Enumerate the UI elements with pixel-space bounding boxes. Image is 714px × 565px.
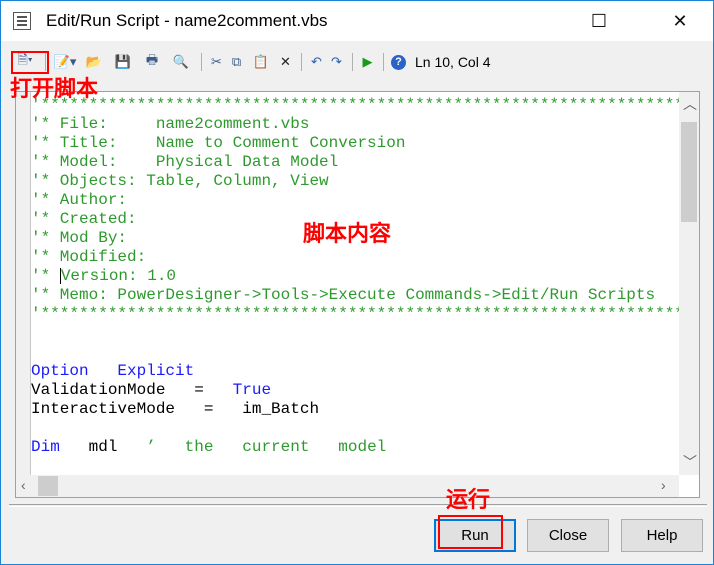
scroll-left-icon[interactable]: ‹ <box>21 477 26 493</box>
script-editor[interactable]: '***************************************… <box>15 91 700 498</box>
run-highlight <box>438 515 503 549</box>
close-window-button[interactable]: ✕ <box>657 1 703 41</box>
toolbar-separator <box>352 53 353 71</box>
code-line: Option Explicit <box>31 362 679 381</box>
window-title: Edit/Run Script - name2comment.vbs <box>46 11 328 30</box>
help-button[interactable]: ? <box>389 52 408 72</box>
paste-icon: 📋 <box>252 54 270 69</box>
paste-button[interactable]: 📋 <box>247 52 275 72</box>
code-token-plain: mdl <box>59 438 147 456</box>
annotation-open-script: 打开脚本 <box>10 76 99 101</box>
code-area[interactable]: '***************************************… <box>31 96 679 476</box>
code-token-keyword: Dim <box>31 438 60 456</box>
title-bar: Edit/Run Script - name2comment.vbs ☐ ✕ <box>1 1 713 41</box>
code-line: '* Version: 1.0 <box>31 267 679 286</box>
help-button[interactable]: Help <box>621 519 703 552</box>
close-button[interactable]: Close <box>527 519 609 552</box>
new-script-icon: 📝▾ <box>53 54 77 69</box>
vertical-scrollbar[interactable]: ︿ ﹀ <box>679 92 699 475</box>
code-line: '***************************************… <box>31 96 679 115</box>
cursor-position-status: Ln 10, Col 4 <box>415 54 491 70</box>
undo-icon: ↶ <box>311 54 322 69</box>
save-icon: 💾 <box>114 54 132 69</box>
annotation-run: 运行 <box>446 487 491 512</box>
scroll-up-icon[interactable]: ︿ <box>683 94 697 114</box>
copy-button[interactable]: ⧉ <box>227 52 246 72</box>
toolbar-separator <box>201 53 202 71</box>
code-token-comment: '* Author: <box>31 191 128 209</box>
code-token-comment: ’ the current model <box>146 438 387 456</box>
horizontal-scrollbar[interactable]: ‹ › <box>16 475 679 497</box>
horizontal-scroll-thumb[interactable] <box>38 476 58 496</box>
vertical-scroll-thumb[interactable] <box>681 122 697 222</box>
code-line: '* File: name2comment.vbs <box>31 115 679 134</box>
code-line: '***************************************… <box>31 305 679 324</box>
annotation-script-content: 脚本内容 <box>303 221 392 246</box>
copy-icon: ⧉ <box>231 54 242 69</box>
new-script-button[interactable]: 📝▾ <box>51 52 79 72</box>
open-folder-button[interactable]: 📂 <box>80 52 108 72</box>
code-line: ValidationMode = True <box>31 381 679 400</box>
divider <box>9 504 707 507</box>
code-token-comment: '***************************************… <box>31 96 679 114</box>
code-token-comment: '* File: name2comment.vbs <box>31 115 310 133</box>
code-token-comment: '* Modified: <box>31 248 147 266</box>
code-token-keyword: True <box>232 381 272 399</box>
scroll-right-icon[interactable]: › <box>661 477 666 493</box>
code-token-keyword: Option Explicit <box>31 362 195 380</box>
code-line: '* Model: Physical Data Model <box>31 153 679 172</box>
code-token-plain: InteractiveMode = im_Batch <box>31 400 320 418</box>
help-icon: ? <box>391 54 406 70</box>
redo-button[interactable]: ↷ <box>327 52 346 72</box>
code-line: Dim mdl ’ the current model <box>31 438 679 457</box>
print-button[interactable]: 🖶 <box>138 52 166 72</box>
run-button[interactable]: ▶ <box>358 52 377 72</box>
code-line: '* Objects: Table, Column, View <box>31 172 679 191</box>
delete-button[interactable]: ✕ <box>276 52 295 72</box>
script-app-icon <box>13 12 31 30</box>
code-line: '* Title: Name to Comment Conversion <box>31 134 679 153</box>
maximize-button[interactable]: ☐ <box>576 1 622 41</box>
delete-icon: ✕ <box>280 54 291 69</box>
code-token-comment: '***************************************… <box>31 305 679 323</box>
find-icon: 🔍 <box>172 54 190 69</box>
cut-button[interactable]: ✂ <box>207 52 226 72</box>
code-token-comment: '* Created: <box>31 210 137 228</box>
code-line: '* Modified: <box>31 248 679 267</box>
undo-button[interactable]: ↶ <box>307 52 326 72</box>
toolbar-separator <box>383 53 384 71</box>
run-icon: ▶ <box>362 54 373 69</box>
find-button[interactable]: 🔍 <box>167 52 195 72</box>
redo-icon: ↷ <box>331 54 342 69</box>
code-line: '* Author: <box>31 191 679 210</box>
code-token-plain: ValidationMode = <box>31 381 233 399</box>
save-button[interactable]: 💾 <box>109 52 137 72</box>
print-icon: 🖶 <box>145 52 159 67</box>
scroll-down-icon[interactable]: ﹀ <box>683 452 697 472</box>
editor-gutter <box>16 92 31 475</box>
open-folder-icon: 📂 <box>85 54 103 69</box>
code-token-comment: '* Model: Physical Data Model <box>31 153 339 171</box>
code-token-comment: '* Mod By: <box>31 229 128 247</box>
code-token-comment: '* Memo: PowerDesigner->Tools->Execute C… <box>31 286 656 304</box>
cut-icon: ✂ <box>211 54 222 69</box>
code-token-comment: '* Objects: Table, Column, View <box>31 172 329 190</box>
code-token-comment: Version: 1.0 <box>60 267 177 285</box>
code-line: InteractiveMode = im_Batch <box>31 400 679 419</box>
code-token-comment: '* <box>31 267 60 285</box>
edit-run-script-window: Edit/Run Script - name2comment.vbs ☐ ✕ 🗎… <box>0 0 714 565</box>
code-line: '* Memo: PowerDesigner->Tools->Execute C… <box>31 286 679 305</box>
toolbar-separator <box>301 53 302 71</box>
code-token-comment: '* Title: Name to Comment Conversion <box>31 134 406 152</box>
